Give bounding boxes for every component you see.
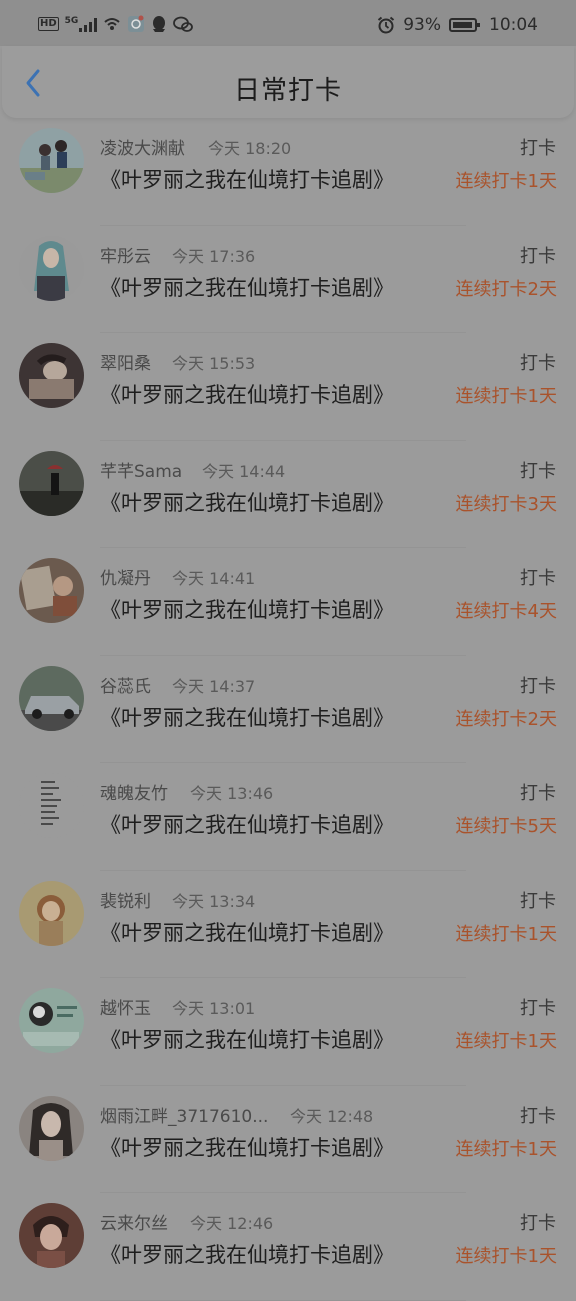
streak-label: 连续打卡1天 bbox=[455, 1138, 557, 1160]
entry-title: 《叶罗丽之我在仙境打卡追剧》 bbox=[100, 813, 394, 837]
avatar[interactable] bbox=[19, 988, 84, 1053]
avatar[interactable] bbox=[19, 1095, 84, 1161]
list-item[interactable]: 裴锐利 今天 13:34 《叶罗丽之我在仙境打卡追剧》 打卡 连续打卡1天 bbox=[0, 871, 576, 979]
username: 牢彤云 bbox=[100, 246, 151, 267]
timestamp: 今天 12:46 bbox=[190, 1214, 274, 1233]
carrier-app-icon bbox=[128, 15, 145, 32]
checkin-list: 凌波大渊献 今天 18:20 《叶罗丽之我在仙境打卡追剧》 打卡 连续打卡1天 … bbox=[0, 118, 576, 1301]
checkin-label[interactable]: 打卡 bbox=[520, 134, 556, 160]
checkin-label[interactable]: 打卡 bbox=[520, 779, 556, 805]
entry-title: 《叶罗丽之我在仙境打卡追剧》 bbox=[100, 1135, 394, 1160]
entry-title: 《叶罗丽之我在仙境打卡追剧》 bbox=[100, 1028, 394, 1052]
streak-label: 连续打卡5天 bbox=[455, 816, 557, 837]
list-item[interactable]: 芊芊Sama 今天 14:44 《叶罗丽之我在仙境打卡追剧》 打卡 连续打卡3天 bbox=[0, 441, 576, 549]
timestamp: 今天 12:48 bbox=[290, 1106, 374, 1126]
battery-percent: 93% bbox=[403, 15, 441, 35]
checkin-label[interactable]: 打卡 bbox=[520, 887, 556, 913]
avatar[interactable] bbox=[19, 665, 84, 731]
streak-label: 连续打卡1天 bbox=[455, 923, 557, 945]
entry-title: 《叶罗丽之我在仙境打卡追剧》 bbox=[100, 168, 394, 192]
timestamp: 今天 14:37 bbox=[172, 676, 256, 696]
avatar[interactable] bbox=[19, 128, 84, 193]
avatar[interactable] bbox=[19, 235, 84, 301]
timestamp: 今天 13:46 bbox=[190, 784, 274, 803]
list-item[interactable]: 烟雨江畔_3717610... 今天 12:48 《叶罗丽之我在仙境打卡追剧》 … bbox=[0, 1086, 576, 1194]
timestamp: 今天 14:44 bbox=[202, 461, 286, 481]
checkin-label[interactable]: 打卡 bbox=[520, 672, 556, 698]
entry-title: 《叶罗丽之我在仙境打卡追剧》 bbox=[100, 275, 394, 300]
streak-label: 连续打卡1天 bbox=[455, 386, 557, 407]
username: 芊芊Sama bbox=[100, 461, 183, 482]
avatar[interactable] bbox=[19, 1203, 84, 1268]
streak-label: 连续打卡2天 bbox=[455, 278, 557, 300]
checkin-label[interactable]: 打卡 bbox=[520, 242, 556, 268]
timestamp: 今天 17:36 bbox=[172, 246, 256, 266]
entry-title: 《叶罗丽之我在仙境打卡追剧》 bbox=[100, 383, 394, 407]
page-title: 日常打卡 bbox=[233, 76, 342, 106]
avatar[interactable] bbox=[19, 343, 84, 408]
app-header: 日常打卡 bbox=[2, 46, 574, 118]
status-bar-left: HD 5G bbox=[38, 15, 194, 33]
wifi-icon bbox=[104, 18, 120, 30]
checkin-label[interactable]: 打卡 bbox=[520, 1102, 556, 1128]
list-item[interactable]: 魂魄友竹 今天 13:46 《叶罗丽之我在仙境打卡追剧》 打卡 连续打卡5天 bbox=[0, 763, 576, 871]
list-item[interactable]: 凌波大渊献 今天 18:20 《叶罗丽之我在仙境打卡追剧》 打卡 连续打卡1天 bbox=[0, 118, 576, 226]
entry-title: 《叶罗丽之我在仙境打卡追剧》 bbox=[100, 490, 394, 515]
list-item[interactable]: 翠阳桑 今天 15:53 《叶罗丽之我在仙境打卡追剧》 打卡 连续打卡1天 bbox=[0, 333, 576, 441]
battery-icon bbox=[449, 18, 480, 32]
avatar[interactable] bbox=[19, 558, 84, 623]
streak-label: 连续打卡1天 bbox=[455, 171, 557, 192]
list-item[interactable]: 牢彤云 今天 17:36 《叶罗丽之我在仙境打卡追剧》 打卡 连续打卡2天 bbox=[0, 226, 576, 334]
list-item[interactable]: 云来尔丝 今天 12:46 《叶罗丽之我在仙境打卡追剧》 打卡 连续打卡1天 bbox=[0, 1193, 576, 1301]
entry-title: 《叶罗丽之我在仙境打卡追剧》 bbox=[100, 920, 394, 945]
hd-icon: HD bbox=[38, 17, 59, 31]
username: 烟雨江畔_3717610... bbox=[100, 1106, 269, 1127]
checkin-label[interactable]: 打卡 bbox=[520, 457, 556, 483]
entry-title: 《叶罗丽之我在仙境打卡追剧》 bbox=[100, 1243, 394, 1267]
clock: 10:04 bbox=[489, 15, 538, 35]
timestamp: 今天 13:01 bbox=[172, 999, 256, 1018]
username: 谷蕊氏 bbox=[100, 676, 151, 697]
avatar[interactable] bbox=[19, 880, 84, 946]
username: 魂魄友竹 bbox=[100, 784, 168, 804]
streak-label: 连续打卡4天 bbox=[455, 601, 557, 622]
list-item[interactable]: 谷蕊氏 今天 14:37 《叶罗丽之我在仙境打卡追剧》 打卡 连续打卡2天 bbox=[0, 656, 576, 764]
avatar[interactable] bbox=[19, 773, 84, 838]
wechat-icon bbox=[173, 16, 194, 32]
checkin-label[interactable]: 打卡 bbox=[520, 349, 556, 375]
timestamp: 今天 15:53 bbox=[172, 354, 256, 373]
streak-label: 连续打卡2天 bbox=[455, 708, 557, 730]
username: 越怀玉 bbox=[100, 999, 151, 1019]
entry-title: 《叶罗丽之我在仙境打卡追剧》 bbox=[100, 705, 394, 730]
streak-label: 连续打卡3天 bbox=[455, 493, 557, 515]
timestamp: 今天 18:20 bbox=[208, 139, 292, 158]
5g-signal-icon: 5G bbox=[65, 16, 98, 32]
list-item[interactable]: 仇凝丹 今天 14:41 《叶罗丽之我在仙境打卡追剧》 打卡 连续打卡4天 bbox=[0, 548, 576, 656]
checkin-label[interactable]: 打卡 bbox=[520, 994, 556, 1020]
alarm-icon bbox=[378, 16, 395, 34]
username: 仇凝丹 bbox=[100, 569, 151, 589]
username: 裴锐利 bbox=[100, 891, 151, 912]
checkin-label[interactable]: 打卡 bbox=[520, 1209, 556, 1235]
timestamp: 今天 13:34 bbox=[172, 891, 256, 911]
streak-label: 连续打卡1天 bbox=[455, 1246, 557, 1267]
username: 翠阳桑 bbox=[100, 354, 151, 374]
timestamp: 今天 14:41 bbox=[172, 569, 256, 588]
status-bar-right: 93% 10:04 bbox=[377, 15, 538, 35]
streak-label: 连续打卡1天 bbox=[455, 1031, 557, 1052]
username: 云来尔丝 bbox=[100, 1214, 168, 1234]
avatar[interactable] bbox=[19, 450, 84, 516]
checkin-label[interactable]: 打卡 bbox=[520, 564, 556, 590]
qq-icon bbox=[153, 16, 166, 32]
username: 凌波大渊献 bbox=[100, 139, 185, 159]
entry-title: 《叶罗丽之我在仙境打卡追剧》 bbox=[100, 598, 394, 622]
status-bar: HD 5G 93% 10:04 bbox=[0, 0, 576, 46]
list-item[interactable]: 越怀玉 今天 13:01 《叶罗丽之我在仙境打卡追剧》 打卡 连续打卡1天 bbox=[0, 978, 576, 1086]
